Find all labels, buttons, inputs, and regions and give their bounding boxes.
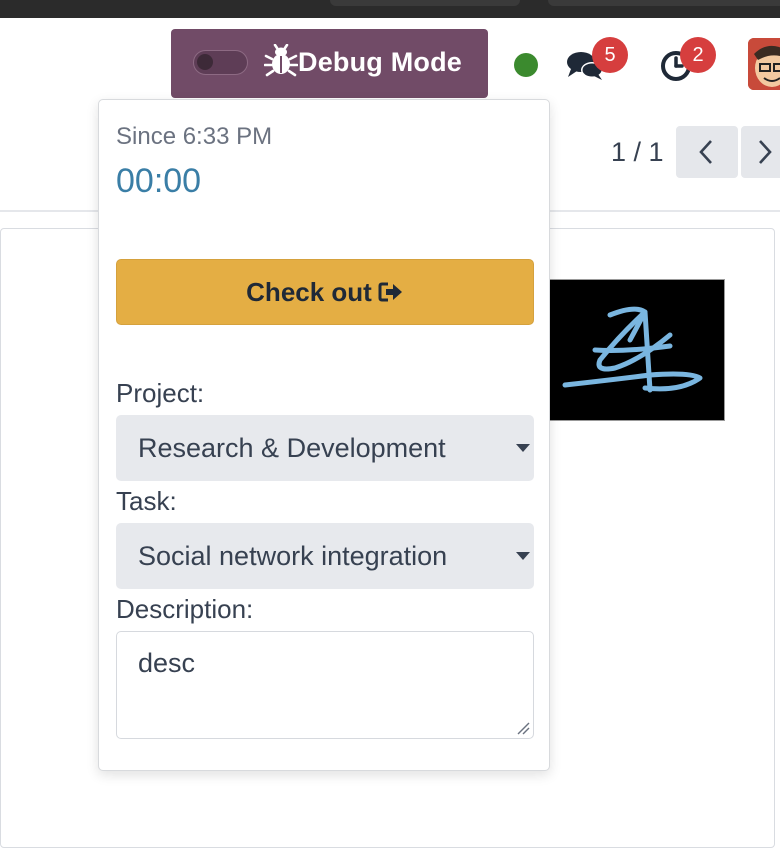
messages-count-badge: 5: [592, 37, 628, 73]
browser-top-strip: [0, 0, 780, 18]
chevron-left-icon: [699, 140, 712, 164]
check-out-label: Check out: [246, 276, 372, 307]
debug-mode-button[interactable]: Debug Mode: [171, 29, 488, 98]
bug-icon: [264, 44, 298, 77]
sign-out-icon: [378, 282, 402, 302]
pager-previous-button[interactable]: [676, 126, 738, 178]
presence-status-icon: [514, 53, 538, 77]
signature-image: [549, 279, 725, 421]
worked-time-timer: 00:00: [116, 162, 202, 200]
user-avatar[interactable]: [748, 38, 780, 90]
since-time: Since 6:33 PM: [116, 123, 273, 150]
project-selected-value: Research & Development: [138, 432, 446, 463]
toggle-knob: [197, 54, 213, 70]
debug-toggle-switch[interactable]: [193, 50, 248, 75]
task-select[interactable]: Social network integration: [116, 523, 534, 589]
browser-tab: [548, 0, 780, 6]
pager-next-button[interactable]: [741, 126, 780, 178]
description-textarea[interactable]: desc: [116, 631, 534, 739]
project-label: Project:: [116, 378, 205, 408]
project-select[interactable]: Research & Development: [116, 415, 534, 481]
task-label: Task:: [116, 486, 177, 516]
description-value: desc: [138, 648, 196, 678]
messages-menu[interactable]: 5: [565, 37, 628, 85]
description-label: Description:: [116, 594, 254, 624]
task-selected-value: Social network integration: [138, 540, 448, 571]
chevron-down-icon: [516, 444, 530, 452]
avatar-image: [748, 38, 780, 90]
chevron-down-icon: [516, 552, 530, 560]
browser-tab: [330, 0, 520, 6]
debug-mode-label: Debug Mode: [298, 47, 462, 77]
pager-value: 1 / 1: [611, 137, 664, 167]
activities-menu[interactable]: 2: [658, 37, 716, 85]
attendance-popup: Since 6:33 PM 00:00 Check out Project: R…: [98, 99, 550, 771]
activities-count-badge: 2: [680, 37, 716, 73]
check-out-button[interactable]: Check out: [116, 259, 534, 325]
resize-grip-icon[interactable]: [516, 721, 530, 735]
chevron-right-icon: [759, 140, 772, 164]
